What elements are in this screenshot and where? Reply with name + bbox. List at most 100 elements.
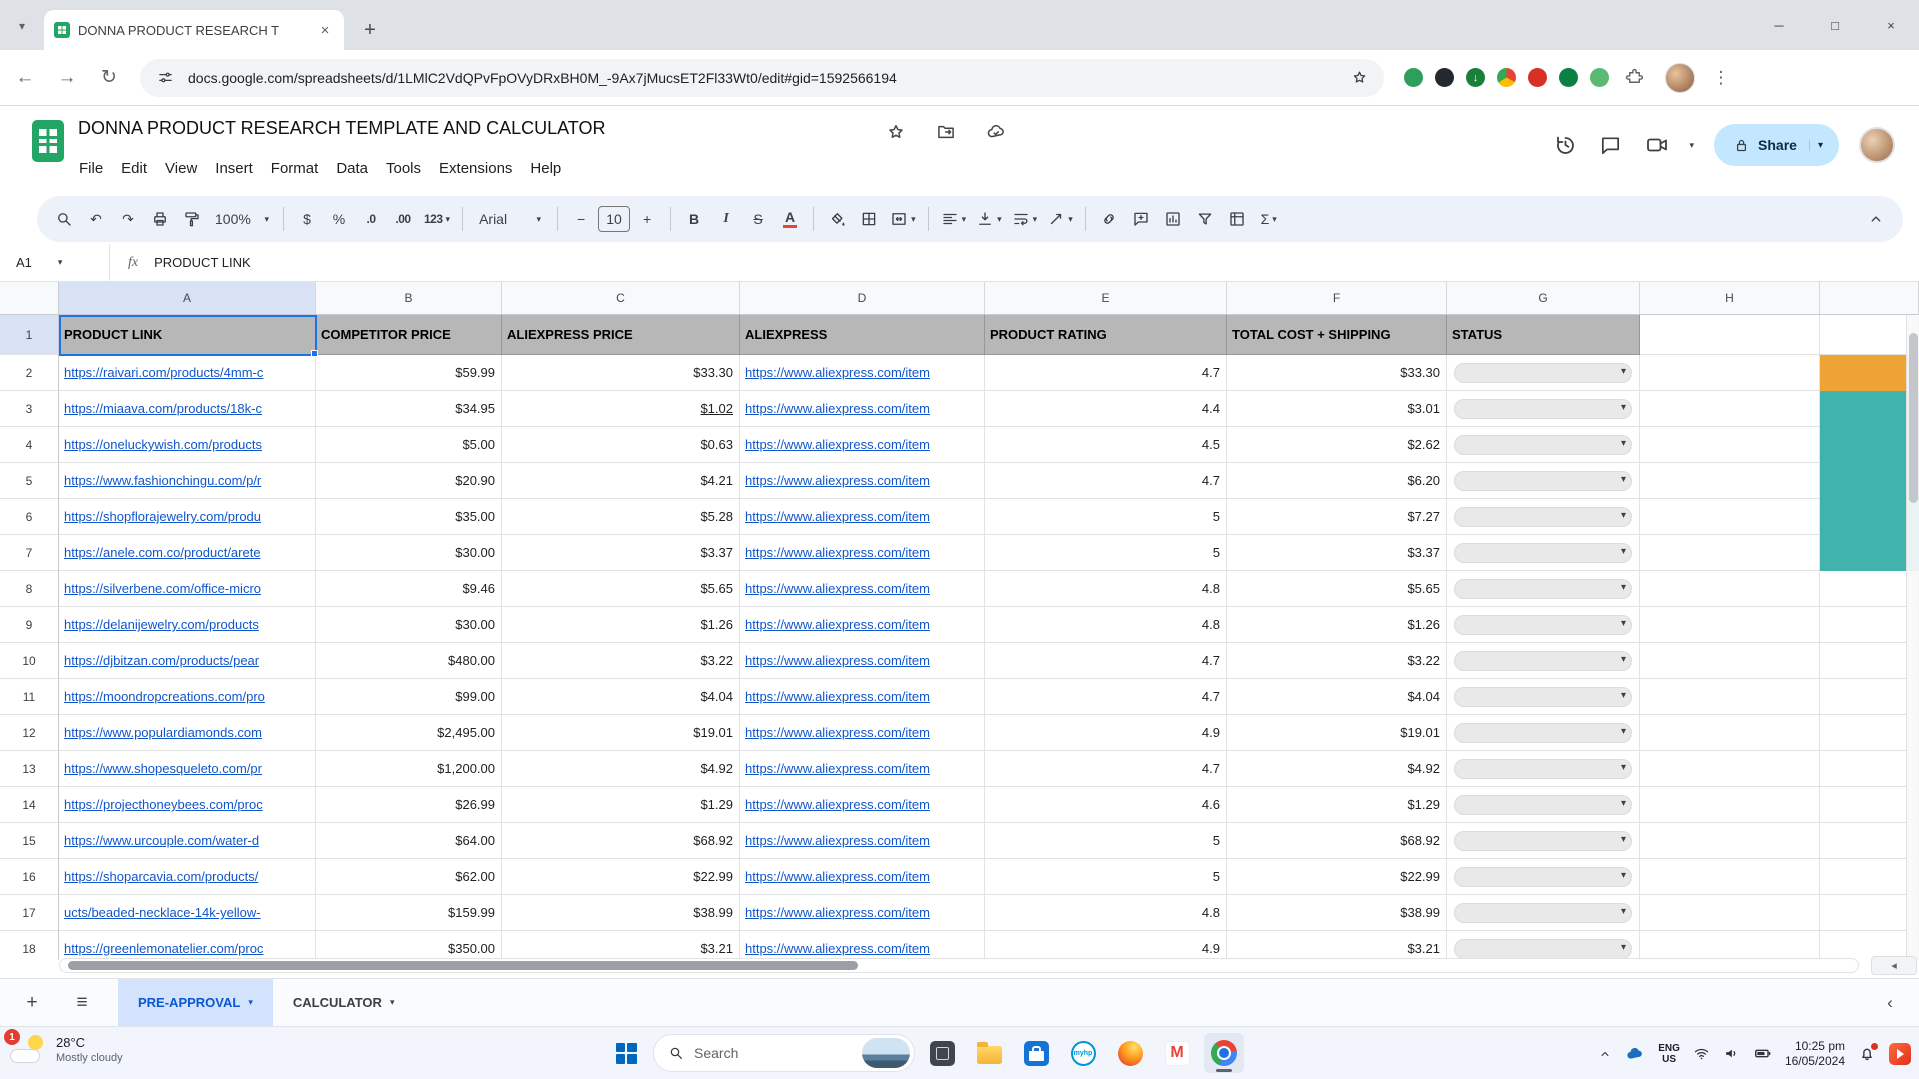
extension-icon[interactable] (1528, 68, 1547, 87)
taskbar-app-gmail[interactable]: M (1157, 1033, 1197, 1073)
cell-blank[interactable] (1640, 643, 1820, 679)
row-header-18[interactable]: 18 (0, 931, 59, 960)
add-sheet-button[interactable]: + (14, 985, 50, 1021)
address-bar[interactable]: docs.google.com/spreadsheets/d/1LMlC2VdQ… (140, 59, 1384, 97)
extension-icon[interactable] (1559, 68, 1578, 87)
cell-total-cost[interactable]: $4.92 (1227, 751, 1447, 787)
row-header-5[interactable]: 5 (0, 463, 59, 499)
weather-widget[interactable]: 1 28°C Mostly cloudy (10, 1034, 123, 1066)
menu-edit[interactable]: Edit (112, 154, 156, 183)
forward-button[interactable]: → (50, 61, 84, 95)
maximize-button[interactable]: □ (1807, 0, 1863, 50)
cell-product-rating[interactable]: 5 (985, 535, 1227, 571)
row-header-8[interactable]: 8 (0, 571, 59, 607)
cell-aliexpress-link[interactable]: https://www.aliexpress.com/item (740, 499, 985, 535)
cell-status[interactable]: ▾ (1447, 751, 1640, 787)
toolbar-functions-button[interactable]: Σ▾ (1254, 202, 1284, 236)
row-header-12[interactable]: 12 (0, 715, 59, 751)
extension-icon[interactable] (1497, 68, 1516, 87)
bookmark-star-icon[interactable] (1346, 65, 1372, 91)
toolbar-increase-decimal-button[interactable]: .00 (388, 202, 418, 236)
cell-product-link[interactable]: ucts/beaded-necklace-14k-yellow- (59, 895, 316, 931)
status-dropdown[interactable]: ▾ (1454, 939, 1632, 959)
cell-aliexpress-price[interactable]: $0.63 (502, 427, 740, 463)
status-dropdown[interactable]: ▾ (1454, 687, 1632, 707)
wifi-icon[interactable] (1693, 1045, 1710, 1062)
status-dropdown[interactable]: ▾ (1454, 651, 1632, 671)
toolbar-strikethrough-button[interactable]: S (743, 202, 773, 236)
cell-aliexpress-price[interactable]: $22.99 (502, 859, 740, 895)
cell-blank[interactable] (1640, 823, 1820, 859)
toolbar-text-wrap-button[interactable]: ▾ (1008, 202, 1042, 236)
toolbar-number-format-button[interactable]: 123▾ (420, 202, 454, 236)
cell-competitor-price[interactable]: $59.99 (316, 355, 502, 391)
cell-status[interactable]: ▾ (1447, 571, 1640, 607)
cell-aliexpress-link[interactable]: https://www.aliexpress.com/item (740, 463, 985, 499)
toolbar-text-rotation-button[interactable]: ▾ (1043, 202, 1077, 236)
toolbar-vertical-align-button[interactable]: ▾ (972, 202, 1006, 236)
cell-competitor-price[interactable]: $34.95 (316, 391, 502, 427)
cell-product-rating[interactable]: 4.7 (985, 751, 1227, 787)
cell-total-cost[interactable]: $3.22 (1227, 643, 1447, 679)
cell-product-rating[interactable]: 4.9 (985, 715, 1227, 751)
cell-competitor-price[interactable]: $1,200.00 (316, 751, 502, 787)
toolbar-redo-button[interactable]: ↷ (113, 202, 143, 236)
cell-competitor-price[interactable]: $35.00 (316, 499, 502, 535)
cell-color-none[interactable] (1820, 895, 1919, 931)
cell-product-link[interactable]: https://www.populardiamonds.com (59, 715, 316, 751)
cell-color-teal[interactable] (1820, 391, 1919, 427)
taskbar-app-chrome[interactable] (1204, 1033, 1244, 1073)
cell-product-rating[interactable]: 4.7 (985, 643, 1227, 679)
cell-product-link[interactable]: https://moondropcreations.com/pro (59, 679, 316, 715)
extension-icon[interactable]: ↓ (1466, 68, 1485, 87)
toolbar-insert-link-button[interactable] (1094, 202, 1124, 236)
status-dropdown[interactable]: ▾ (1454, 831, 1632, 851)
menu-file[interactable]: File (70, 154, 112, 183)
cell-status[interactable]: ▾ (1447, 427, 1640, 463)
comments-icon[interactable] (1598, 132, 1624, 158)
extension-icon[interactable] (1435, 68, 1454, 87)
cell-competitor-price[interactable]: $159.99 (316, 895, 502, 931)
cell-product-rating[interactable]: 4.7 (985, 679, 1227, 715)
sheet-tab-menu-icon[interactable]: ▾ (248, 997, 253, 1008)
star-document-icon[interactable] (886, 122, 908, 144)
cell-aliexpress-link[interactable]: https://www.aliexpress.com/item (740, 391, 985, 427)
cell-aliexpress-price[interactable]: $5.28 (502, 499, 740, 535)
cell-color-none[interactable] (1820, 751, 1919, 787)
browser-menu-icon[interactable]: ⋮ (1709, 68, 1733, 88)
cell-aliexpress-link[interactable]: https://www.aliexpress.com/item (740, 751, 985, 787)
cell-product-link[interactable]: https://shoparcavia.com/products/ (59, 859, 316, 895)
cell-total-cost[interactable]: $7.27 (1227, 499, 1447, 535)
column-header-F[interactable]: F (1227, 282, 1447, 314)
scroll-left-button[interactable]: ◂ (1871, 956, 1917, 975)
cell-status[interactable]: ▾ (1447, 463, 1640, 499)
toolbar-increase-font-size-button[interactable]: + (632, 202, 662, 236)
cell-competitor-price[interactable]: $62.00 (316, 859, 502, 895)
cell-competitor-price[interactable]: $9.46 (316, 571, 502, 607)
cell-aliexpress-link[interactable]: https://www.aliexpress.com/item (740, 535, 985, 571)
cell-total-cost[interactable]: $68.92 (1227, 823, 1447, 859)
extensions-puzzle-icon[interactable] (1621, 65, 1647, 91)
row-header-11[interactable]: 11 (0, 679, 59, 715)
toolbar-font-size-field[interactable]: 10 (598, 206, 630, 232)
language-indicator[interactable]: ENG US (1658, 1043, 1680, 1065)
column-header-A[interactable]: A (59, 282, 316, 314)
version-history-icon[interactable] (1552, 132, 1578, 158)
cell-color-none[interactable] (1820, 643, 1919, 679)
cell-total-cost[interactable]: $1.29 (1227, 787, 1447, 823)
cell-status[interactable]: ▾ (1447, 679, 1640, 715)
menu-view[interactable]: View (156, 154, 206, 183)
cell-aliexpress-link[interactable]: https://www.aliexpress.com/item (740, 607, 985, 643)
site-settings-icon[interactable] (152, 65, 178, 91)
cell-total-cost[interactable]: $2.62 (1227, 427, 1447, 463)
search-highlight-image[interactable] (862, 1038, 910, 1068)
cell-competitor-price[interactable]: $99.00 (316, 679, 502, 715)
hidden-icons-chevron-icon[interactable] (1598, 1047, 1612, 1061)
column-header-B[interactable]: B (316, 282, 502, 314)
cell-product-rating[interactable]: 4.9 (985, 931, 1227, 960)
cell-product-link[interactable]: https://www.shopesqueleto.com/pr (59, 751, 316, 787)
cell-status[interactable]: ▾ (1447, 715, 1640, 751)
sheets-logo-icon[interactable] (32, 120, 64, 162)
meet-video-icon[interactable] (1644, 132, 1670, 158)
cell-product-link[interactable]: https://djbitzan.com/products/pear (59, 643, 316, 679)
